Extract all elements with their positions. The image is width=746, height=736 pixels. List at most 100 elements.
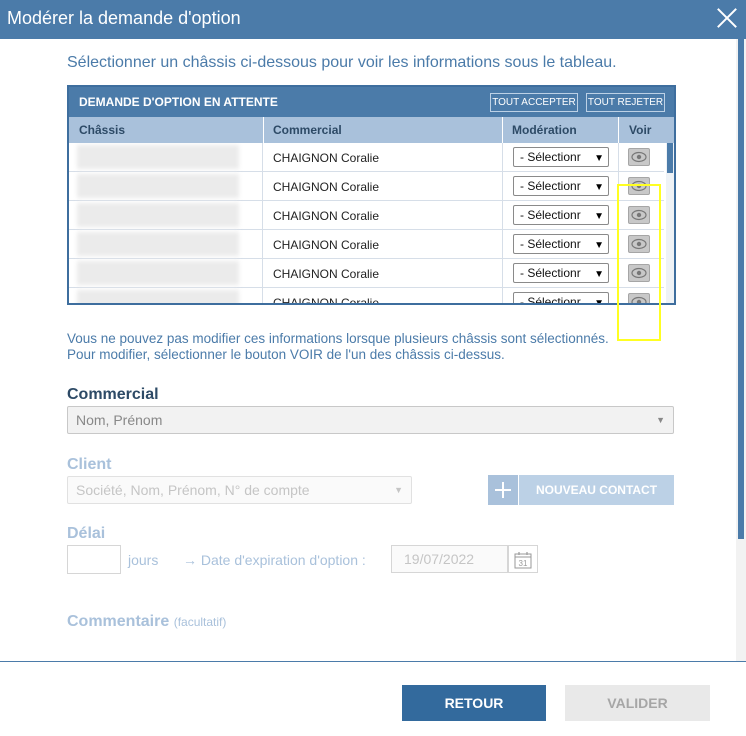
option-request-table: DEMANDE D'OPTION EN ATTENTE TOUT ACCEPTE… xyxy=(67,85,676,305)
moderation-select[interactable]: - Sélectionr ▼ xyxy=(513,292,609,305)
moderation-select-value: - Sélectionr xyxy=(520,295,581,305)
moderation-select[interactable]: - Sélectionr ▼ xyxy=(513,176,609,196)
dialog-titlebar: Modérer la demande d'option xyxy=(0,0,746,39)
validate-button[interactable]: VALIDER xyxy=(565,685,710,721)
eye-icon[interactable] xyxy=(628,264,650,282)
commercial-cell: CHAIGNON Coralie xyxy=(273,151,380,165)
cell-separator xyxy=(618,172,619,201)
close-icon[interactable] xyxy=(714,4,740,32)
cell-separator xyxy=(618,230,619,259)
chassis-redacted xyxy=(77,261,239,285)
chevron-down-icon: ▼ xyxy=(594,182,604,193)
delai-label: Délai xyxy=(67,525,106,542)
comment-label-text: Commentaire xyxy=(67,613,170,630)
chevron-down-icon: ▼ xyxy=(394,485,403,495)
commercial-cell: CHAIGNON Coralie xyxy=(273,267,380,281)
table-body: CHAIGNON Coralie - Sélectionr ▼ CHAIGNON … xyxy=(69,143,674,305)
info-note: Vous ne pouvez pas modifier ces informat… xyxy=(67,331,609,363)
cell-separator xyxy=(502,143,503,172)
table-row: CHAIGNON Coralie - Sélectionr ▼ xyxy=(69,259,664,288)
moderation-select[interactable]: - Sélectionr ▼ xyxy=(513,263,609,283)
intro-text-visible: Sélectionner un châssis ci-dessous pour … xyxy=(67,54,617,71)
cell-separator xyxy=(502,259,503,288)
dialog-scrollbar-thumb[interactable] xyxy=(738,39,744,539)
cell-separator xyxy=(618,259,619,288)
expiration-date-field[interactable]: 19/07/2022 xyxy=(391,545,508,573)
dialog-title: Modérer la demande d'option xyxy=(7,8,241,28)
table-row: CHAIGNON Coralie - Sélectionr ▼ xyxy=(69,288,664,305)
calendar-icon[interactable]: 31 xyxy=(508,545,538,573)
commercial-label: Commercial xyxy=(67,386,159,403)
cell-separator xyxy=(502,201,503,230)
col-separator xyxy=(618,117,619,143)
days-input[interactable] xyxy=(67,545,121,574)
eye-icon[interactable] xyxy=(628,235,650,253)
new-contact-button[interactable]: NOUVEAU CONTACT xyxy=(519,475,674,505)
info-note-line1: Vous ne pouvez pas modifier ces informat… xyxy=(67,331,609,346)
eye-icon[interactable] xyxy=(628,177,650,195)
moderation-select[interactable]: - Sélectionr ▼ xyxy=(513,234,609,254)
chevron-down-icon: ▼ xyxy=(656,415,665,425)
reject-all-button[interactable]: TOUT REJETER xyxy=(586,93,665,112)
moderation-select[interactable]: - Sélectionr ▼ xyxy=(513,147,609,167)
eye-icon[interactable] xyxy=(628,293,650,303)
moderation-select-value: - Sélectionr xyxy=(520,150,581,164)
moderation-select[interactable]: - Sélectionr ▼ xyxy=(513,205,609,225)
chevron-down-icon: ▼ xyxy=(594,240,604,251)
chevron-down-icon: ▼ xyxy=(594,211,604,222)
dialog-scrollbar[interactable] xyxy=(736,39,746,661)
chassis-redacted xyxy=(77,232,239,256)
expiration-label: → Date d'expiration d'option : xyxy=(183,552,366,568)
commercial-cell: CHAIGNON Coralie xyxy=(273,209,380,223)
chassis-redacted xyxy=(77,145,239,169)
chassis-redacted xyxy=(77,203,239,227)
commercial-cell: CHAIGNON Coralie xyxy=(273,180,380,194)
eye-icon[interactable] xyxy=(628,206,650,224)
chevron-down-icon: ▼ xyxy=(594,153,604,164)
accept-all-button[interactable]: TOUT ACCEPTER xyxy=(490,93,578,112)
chassis-cell[interactable] xyxy=(69,172,263,201)
chassis-cell[interactable] xyxy=(69,259,263,288)
col-chassis: Châssis xyxy=(79,123,126,137)
moderation-select-value: - Sélectionr xyxy=(520,266,581,280)
table-row: CHAIGNON Coralie - Sélectionr ▼ xyxy=(69,172,664,201)
plus-icon[interactable] xyxy=(488,475,518,505)
chassis-cell[interactable] xyxy=(69,288,263,303)
chevron-down-icon: ▼ xyxy=(594,269,604,280)
client-select[interactable]: Société, Nom, Prénom, N° de compte ▼ xyxy=(67,476,412,504)
chevron-down-icon: ▼ xyxy=(594,298,604,305)
table-scrollbar-thumb[interactable] xyxy=(667,143,673,173)
table-row: CHAIGNON Coralie - Sélectionr ▼ xyxy=(69,143,664,172)
column-headers: Châssis Commercial Modération Voir xyxy=(69,117,674,143)
chassis-cell[interactable] xyxy=(69,143,263,172)
col-moderation: Modération xyxy=(512,123,577,137)
cell-separator xyxy=(618,201,619,230)
cell-separator xyxy=(502,288,503,303)
commercial-cell: CHAIGNON Coralie xyxy=(273,296,380,305)
back-button[interactable]: RETOUR xyxy=(402,685,546,721)
chassis-cell[interactable] xyxy=(69,230,263,259)
client-label: Client xyxy=(67,456,112,473)
table-scrollbar[interactable] xyxy=(666,143,674,303)
table-row: CHAIGNON Coralie - Sélectionr ▼ xyxy=(69,201,664,230)
comment-label-sub: (facultatif) xyxy=(173,615,227,629)
moderation-select-value: - Sélectionr xyxy=(520,237,581,251)
chassis-redacted xyxy=(77,290,239,303)
comment-label: Commentaire (facultatif) xyxy=(67,613,226,631)
col-separator xyxy=(263,117,264,143)
moderation-select-value: - Sélectionr xyxy=(520,208,581,222)
table-row: CHAIGNON Coralie - Sélectionr ▼ xyxy=(69,230,664,259)
col-separator xyxy=(502,117,503,143)
commercial-select[interactable]: Nom, Prénom ▼ xyxy=(67,406,674,434)
col-voir: Voir xyxy=(629,123,652,137)
table-header: DEMANDE D'OPTION EN ATTENTE TOUT ACCEPTE… xyxy=(69,87,674,117)
calendar-day: 31 xyxy=(519,559,528,568)
col-commercial: Commercial xyxy=(273,123,342,137)
info-note-line2: Pour modifier, sélectionner le bouton VO… xyxy=(67,347,505,362)
chassis-cell[interactable] xyxy=(69,201,263,230)
days-unit-label: jours xyxy=(128,552,159,568)
eye-icon[interactable] xyxy=(628,148,650,166)
commercial-placeholder: Nom, Prénom xyxy=(76,412,163,428)
table-title: DEMANDE D'OPTION EN ATTENTE xyxy=(79,95,278,109)
cell-separator xyxy=(502,172,503,201)
